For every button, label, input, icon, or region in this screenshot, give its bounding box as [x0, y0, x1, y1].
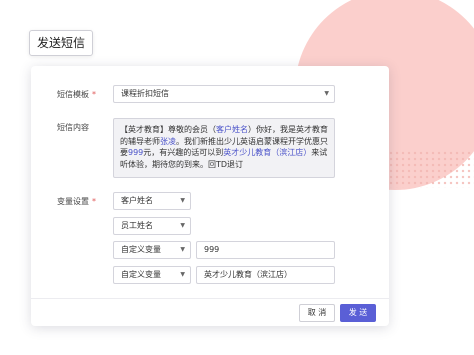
content-var-store: 英才少儿教育（滨江店）	[223, 148, 312, 157]
content-text: 元，有兴趣的话可以到	[143, 148, 224, 157]
variable-type-select-4[interactable]: 自定义变量 ▼	[113, 266, 191, 284]
variables-label: 变量设置 *	[57, 196, 96, 207]
variable-value-input-3[interactable]: 999	[196, 241, 335, 259]
decorative-dots	[382, 150, 474, 188]
variables-label-text: 变量设置	[57, 197, 89, 206]
chevron-down-icon: ▼	[324, 90, 329, 97]
sms-form-panel: 短信模板 * 课程折扣短信 ▼ 短信内容 【英才教育】尊敬的会员（客户姓名）你好，…	[31, 66, 389, 326]
content-var-employee-name: 张凌	[160, 136, 176, 146]
variable-type-value: 自定义变量	[121, 245, 161, 254]
variable-type-value: 客户姓名	[121, 196, 153, 205]
chevron-down-icon: ▼	[180, 246, 185, 253]
cancel-button[interactable]: 取 消	[299, 304, 335, 322]
content-var-price: 999	[128, 148, 144, 157]
chevron-down-icon: ▼	[180, 222, 185, 229]
template-select-value: 课程折扣短信	[121, 89, 169, 98]
template-label: 短信模板 *	[57, 89, 96, 100]
template-select[interactable]: 课程折扣短信 ▼	[113, 85, 335, 103]
template-label-text: 短信模板	[57, 90, 89, 99]
variable-type-select-1[interactable]: 客户姓名 ▼	[113, 192, 191, 210]
send-button[interactable]: 发 送	[340, 304, 376, 322]
chevron-down-icon: ▼	[180, 271, 185, 278]
sms-content-textarea[interactable]: 【英才教育】尊敬的会员（客户姓名）你好，我是英才教育的辅导老师张凌。我们新推出少…	[113, 118, 335, 178]
chevron-down-icon: ▼	[180, 197, 185, 204]
content-text: 【英才教育】尊敬的会员（	[120, 125, 216, 134]
footer-divider	[31, 298, 389, 299]
variable-value-text: 999	[204, 245, 220, 254]
content-label-text: 短信内容	[57, 123, 89, 132]
variable-type-value: 自定义变量	[121, 270, 161, 279]
variable-value-text: 英才少儿教育（滨江店）	[204, 270, 292, 279]
variable-type-select-3[interactable]: 自定义变量 ▼	[113, 241, 191, 259]
variable-value-input-4[interactable]: 英才少儿教育（滨江店）	[196, 266, 335, 284]
required-mark: *	[92, 90, 96, 99]
variable-type-value: 员工姓名	[121, 221, 153, 230]
required-mark: *	[92, 197, 96, 206]
content-label: 短信内容	[57, 122, 89, 133]
variable-type-select-2[interactable]: 员工姓名 ▼	[113, 217, 191, 235]
content-var-customer-name: 客户姓名	[216, 125, 248, 134]
send-sms-button[interactable]: 发送短信	[29, 30, 93, 56]
